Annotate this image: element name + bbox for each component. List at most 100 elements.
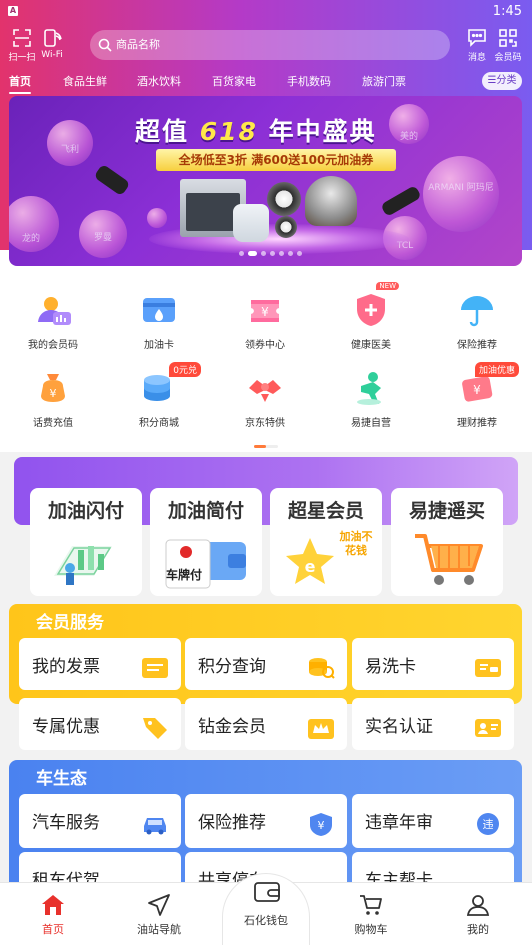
tab-fresh-food[interactable]: 食品生鲜 (63, 73, 107, 89)
kettle-image (233, 204, 269, 242)
tile-label: 我的发票 (32, 657, 100, 677)
promo-banner[interactable]: 飞利 美的 龙的 罗曼 ARMANI 阿玛尼 TCL 超值 618 年中盛典 全… (9, 96, 522, 266)
nav-label: 我的 (467, 923, 489, 936)
rice-cooker-image (305, 176, 357, 226)
violation-icon: 违 (477, 813, 499, 835)
message-button[interactable]: 消息 (463, 28, 491, 63)
grid-item-health[interactable]: NEW 健康医美 (318, 282, 424, 351)
coins-search-icon (309, 658, 335, 679)
tile-car-service[interactable]: 汽车服务 (19, 794, 181, 848)
shopping-cart-icon (360, 895, 382, 915)
nav-home[interactable]: 首页 (18, 893, 88, 937)
banner-bubble: 飞利 (47, 120, 93, 166)
nav-station-navigation[interactable]: 油站导航 (124, 893, 194, 937)
watch-image (275, 216, 297, 238)
grid-item-label: 加油卡 (144, 340, 174, 351)
tile-diamond-member[interactable]: 钻金会员 (185, 698, 347, 750)
tab-drinks[interactable]: 酒水饮料 (137, 73, 181, 89)
nav-label: 石化钱包 (244, 914, 288, 927)
promo-card-remote-buy[interactable]: 易捷遥买 (391, 488, 503, 596)
grid-item-label: 理财推荐 (457, 418, 497, 429)
free-exchange-badge: 0元兑 (169, 362, 201, 377)
vip-code-button[interactable]: 会员码 (494, 28, 522, 63)
wifi-icon (44, 29, 62, 47)
tab-tickets[interactable]: 旅游门票 (362, 73, 406, 89)
svg-text:e: e (305, 557, 316, 576)
grid-item-yijie-self[interactable]: 易捷自营 (318, 368, 424, 429)
tile-my-invoice[interactable]: 我的发票 (19, 638, 181, 690)
grid-item-points-mall[interactable]: 0元兑 积分商城 (106, 362, 212, 429)
invoice-icon (142, 658, 168, 678)
shield-icon: ¥ (310, 813, 332, 836)
grid-item-label: 健康医美 (351, 340, 391, 351)
coins-icon: 0元兑 (139, 362, 201, 408)
star-member-icon: e (286, 538, 334, 584)
banner-bubble: 龙的 (9, 196, 59, 252)
tab-digital[interactable]: 手机数码 (287, 73, 331, 89)
tile-label: 易洗卡 (365, 657, 416, 677)
svg-text:¥: ¥ (261, 305, 269, 319)
banner-title-post: 年中盛典 (268, 117, 377, 146)
nav-label: 首页 (42, 923, 64, 936)
grid-item-label: 积分商城 (139, 418, 179, 429)
promo-card-title: 易捷遥买 (408, 500, 485, 522)
wifi-button[interactable]: Wi-Fi (38, 28, 66, 60)
app-indicator-icon: A (8, 6, 18, 16)
grid-item-finance[interactable]: ¥ 加油优惠 理财推荐 (424, 362, 530, 429)
promo-card-title: 加油闪付 (47, 500, 124, 522)
grid-item-label: 易捷自营 (351, 418, 391, 429)
tile-insurance[interactable]: 保险推荐 ¥ (185, 794, 347, 848)
grid-item-fuel-card[interactable]: 加油卡 (106, 290, 212, 351)
tile-real-name-auth[interactable]: 实名认证 (352, 698, 514, 750)
category-tabs: 首页 食品生鲜 酒水饮料 百货家电 手机数码 旅游门票 ☰分类 (0, 66, 532, 96)
promo-card-flash-pay[interactable]: 加油闪付 (30, 488, 142, 596)
tab-home[interactable]: 首页 (9, 73, 31, 94)
grid-pager (254, 445, 278, 448)
finance-icon: ¥ 加油优惠 (457, 362, 519, 408)
grid-item-jd-special[interactable]: 京东特供 (212, 368, 318, 429)
grid-item-label: 领券中心 (245, 340, 285, 351)
grid-item-member-code[interactable]: 我的会员码 (0, 290, 106, 351)
super-member-badge: 加油不花钱 (339, 530, 373, 557)
tile-label: 钻金会员 (198, 717, 266, 737)
search-placeholder: 商品名称 (116, 38, 160, 51)
grid-item-recharge[interactable]: ¥ 话费充值 (0, 368, 106, 429)
wallet-icon (254, 882, 280, 902)
scan-button[interactable]: 扫一扫 (8, 28, 36, 63)
nav-cart[interactable]: 购物车 (336, 893, 406, 937)
gift-icon (245, 368, 285, 408)
status-bar: A 1:45 (0, 0, 532, 22)
grid-item-coupon-center[interactable]: ¥ 领券中心 (212, 290, 318, 351)
svg-text:¥: ¥ (318, 819, 325, 832)
grid-item-insurance[interactable]: 保险推荐 (424, 290, 530, 351)
promo-card-title: 超星会员 (287, 500, 364, 522)
nav-label: 购物车 (354, 923, 388, 936)
car-ecology-title: 车生态 (36, 769, 87, 789)
tile-car-wash-card[interactable]: 易洗卡 (352, 638, 514, 690)
grid-item-label: 保险推荐 (457, 340, 497, 351)
wifi-label: Wi-Fi (41, 50, 63, 60)
grid-item-label: 话费充值 (33, 418, 73, 429)
nav-wallet[interactable]: 石化钱包 (222, 873, 310, 945)
nav-mine[interactable]: 我的 (443, 893, 513, 937)
promo-card-super-member[interactable]: 超星会员 e 加油不花钱 (270, 488, 382, 596)
tab-appliances[interactable]: 百货家电 (212, 73, 256, 89)
scan-icon (13, 29, 31, 47)
tile-violation-check[interactable]: 违章年审 违 (352, 794, 514, 848)
category-button[interactable]: ☰分类 (482, 72, 522, 90)
promo-card-simple-pay[interactable]: 加油简付 车牌付 (150, 488, 262, 596)
search-input[interactable]: 商品名称 (90, 30, 450, 60)
message-icon (468, 29, 486, 47)
tile-label: 实名认证 (365, 717, 433, 737)
grid-item-label: 我的会员码 (28, 340, 78, 351)
tile-points-query[interactable]: 积分查询 (185, 638, 347, 690)
car-wash-card-icon (475, 659, 501, 677)
banner-bubble: ARMANI 阿玛尼 (423, 156, 499, 232)
banner-bubble-small (147, 208, 167, 228)
tile-exclusive-offer[interactable]: 专属优惠 (19, 698, 181, 750)
banner-bubble: 美的 (389, 104, 429, 144)
id-card-icon (475, 719, 501, 737)
tile-label: 积分查询 (198, 657, 266, 677)
nav-label: 油站导航 (137, 923, 181, 936)
flash-pay-icon (54, 546, 112, 585)
